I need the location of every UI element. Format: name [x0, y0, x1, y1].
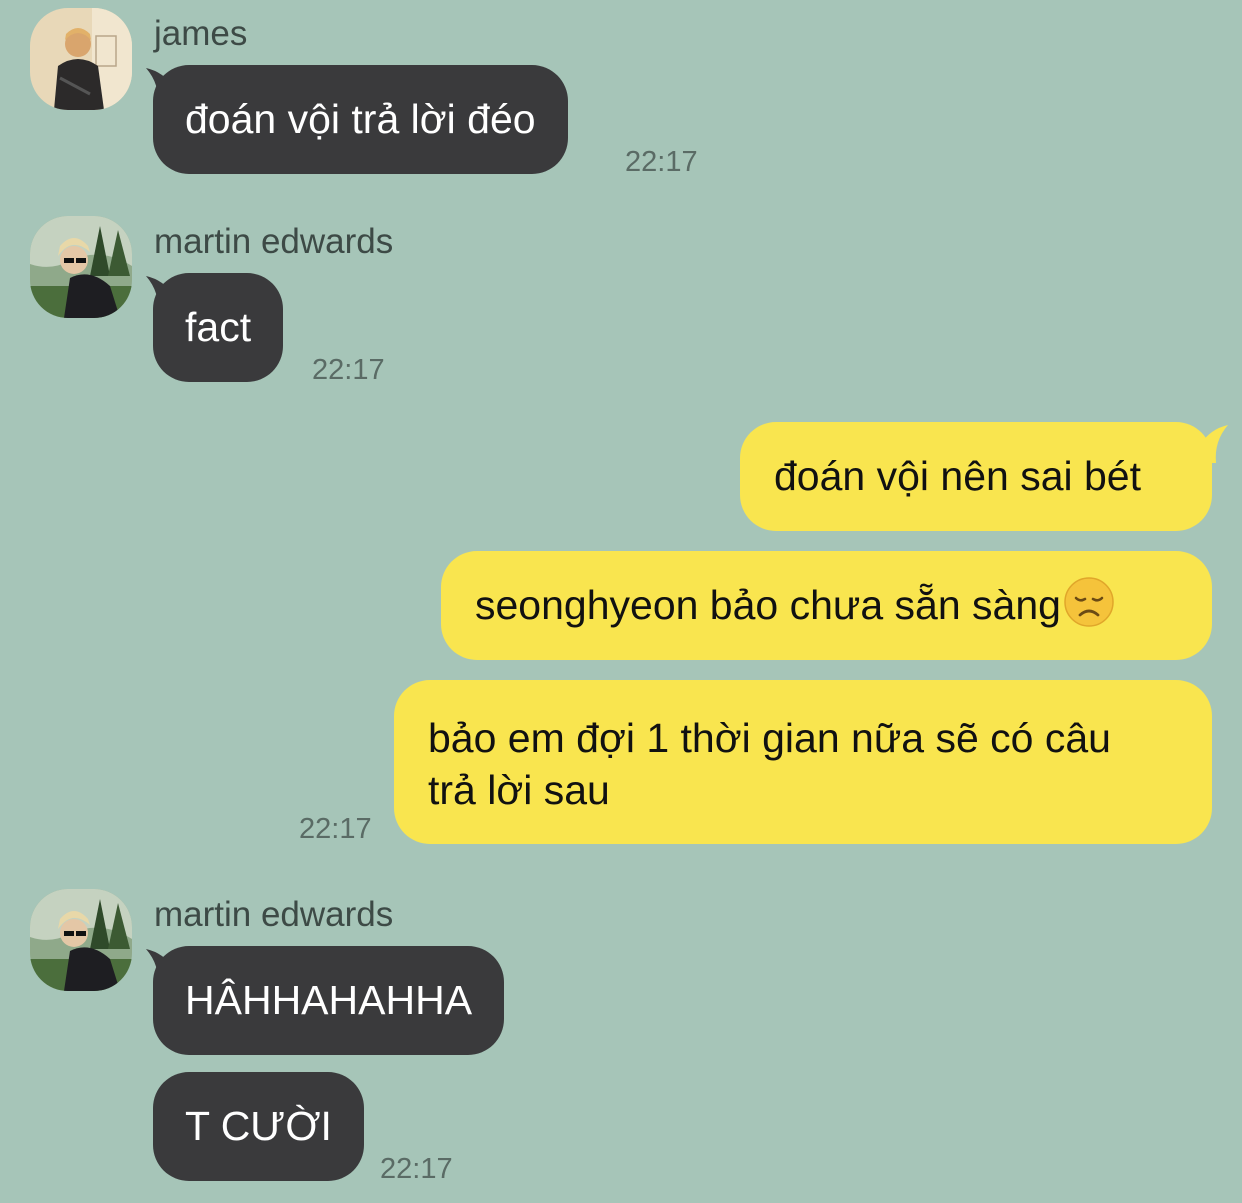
avatar-james[interactable]: [30, 8, 132, 110]
message-text: seonghyeon bảo chưa sẵn sàng: [475, 582, 1061, 628]
message-bubble-outgoing[interactable]: đoán vội nên sai bét: [740, 422, 1212, 531]
message-bubble-incoming[interactable]: đoán vội trả lời đéo: [153, 65, 568, 174]
message-timestamp: 22:17: [380, 1153, 453, 1185]
message-text: HÂHHAHAHHA: [185, 977, 473, 1023]
person-photo-icon: [30, 889, 132, 991]
person-photo-icon: [30, 8, 132, 110]
message-bubble-incoming[interactable]: HÂHHAHAHHA: [153, 946, 505, 1055]
message-bubble-incoming[interactable]: T CƯỜI: [153, 1072, 364, 1181]
sender-name: martin edwards: [154, 895, 394, 934]
message-text: bảo em đợi 1 thời gian nữa sẽ có câu: [428, 715, 1111, 761]
message-text: T CƯỜI: [185, 1103, 332, 1149]
message-text: trả lời sau: [428, 767, 610, 813]
sender-name: martin edwards: [154, 222, 394, 261]
message-bubble-outgoing[interactable]: seonghyeon bảo chưa sẵn sàng: [441, 551, 1212, 660]
message-timestamp: 22:17: [625, 146, 698, 178]
avatar-martin-edwards[interactable]: [30, 216, 132, 318]
sender-name: james: [154, 14, 248, 53]
message-text: đoán vội nên sai bét: [774, 453, 1141, 499]
message-text: fact: [185, 304, 252, 350]
message-timestamp: 22:17: [299, 813, 372, 845]
message-bubble-incoming[interactable]: fact: [153, 273, 284, 382]
avatar-martin-edwards[interactable]: [30, 889, 132, 991]
message-timestamp: 22:17: [312, 354, 385, 386]
message-bubble-outgoing[interactable]: bảo em đợi 1 thời gian nữa sẽ có câu trả…: [394, 680, 1212, 844]
message-text: đoán vội trả lời đéo: [185, 96, 536, 142]
person-photo-icon: [30, 216, 132, 318]
disappointed-face-icon: [1064, 577, 1114, 627]
